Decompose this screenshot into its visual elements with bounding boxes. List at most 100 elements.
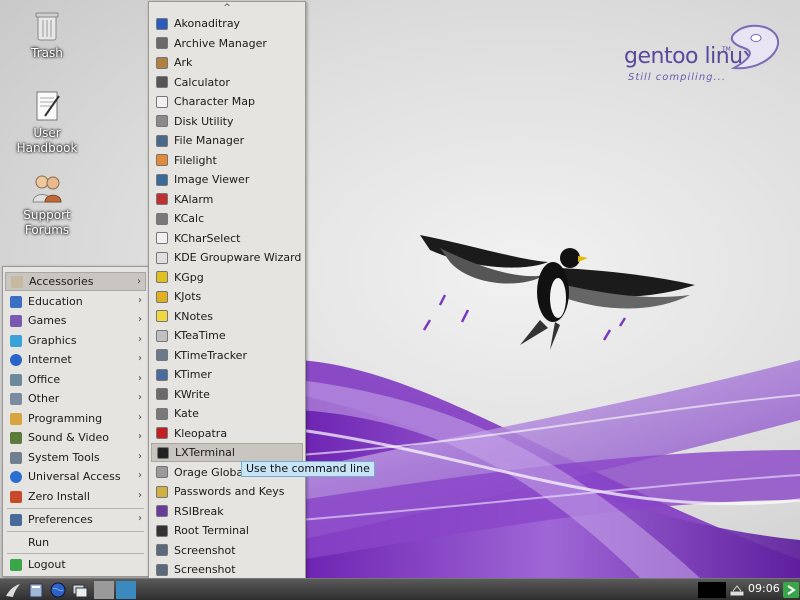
submenu-item-label: Ark <box>174 56 193 69</box>
menu-category-office[interactable]: Office › <box>5 370 146 389</box>
submenu-item-rsibreak[interactable]: RSIBreak <box>151 502 303 521</box>
knotes-icon <box>156 310 168 322</box>
menu-category-graphics[interactable]: Graphics › <box>5 331 146 350</box>
submenu-item-label: LXTerminal <box>175 446 235 459</box>
menu-item-label: System Tools <box>28 451 100 464</box>
submenu-item-kate[interactable]: Kate <box>151 404 303 423</box>
scroll-up-arrow[interactable]: ^ <box>149 3 305 13</box>
trash-icon <box>35 12 59 41</box>
menu-category-education[interactable]: Education › <box>5 292 146 311</box>
workspace-1-icon[interactable] <box>94 581 114 599</box>
menu-category-other[interactable]: Other › <box>5 389 146 408</box>
image-viewer-icon <box>156 173 168 186</box>
menu-item-label: Sound & Video <box>28 431 110 444</box>
network-icon[interactable] <box>728 581 746 599</box>
submenu-item-kteatime[interactable]: KTeaTime <box>151 326 303 345</box>
submenu-item-kjots[interactable]: KJots <box>151 287 303 306</box>
submenu-item-label: Passwords and Keys <box>174 485 285 498</box>
kate-icon <box>156 407 168 420</box>
submenu-item-label: KCalc <box>174 212 205 225</box>
file-manager-icon <box>156 134 168 147</box>
menu-category-zero-install[interactable]: Zero Install › <box>5 487 146 506</box>
menu-item-label: Games <box>28 314 67 327</box>
menu-category-accessories[interactable]: Accessories › <box>5 272 146 291</box>
desktop-icon-trash[interactable]: Trash <box>2 8 92 61</box>
submenu-arrow-icon: › <box>138 490 142 501</box>
clock[interactable]: 09:06 <box>748 582 780 595</box>
menu-item-label: Office <box>28 373 61 386</box>
submenu-item-kwrite[interactable]: KWrite <box>151 385 303 404</box>
preferences-icon <box>10 513 22 526</box>
submenu-item-kalarm[interactable]: KAlarm <box>151 190 303 209</box>
orage-globaltime-icon <box>156 466 168 478</box>
submenu-item-character-map[interactable]: Character Map <box>151 92 303 111</box>
logout-button-icon[interactable] <box>782 581 800 599</box>
menu-item-preferences[interactable]: Preferences › <box>5 510 146 529</box>
other-icon <box>10 392 22 405</box>
submenu-item-lxterminal[interactable]: LXTerminal <box>151 443 303 462</box>
submenu-item-passwords-and-keys[interactable]: Passwords and Keys <box>151 482 303 501</box>
submenu-item-kde-groupware-wizard[interactable]: KDE Groupware Wizard <box>151 248 303 267</box>
show-desktop-icon[interactable] <box>71 581 89 599</box>
file-manager-icon[interactable] <box>27 581 45 599</box>
submenu-item-label: Screenshot <box>174 543 236 557</box>
menu-item-label: Logout <box>28 558 66 571</box>
desktop-icon-label: Support Forums <box>23 208 71 237</box>
submenu-item-ark[interactable]: Ark <box>151 53 303 72</box>
submenu-item-screenshot[interactable]: Screenshot <box>151 541 303 560</box>
submenu-arrow-icon: › <box>138 295 142 306</box>
ktimetracker-icon <box>156 349 168 361</box>
desktop-icon-support-forums[interactable]: Support Forums <box>2 170 92 238</box>
games-icon <box>10 314 22 327</box>
system-tray-monitor <box>698 582 726 598</box>
start-menu-icon[interactable] <box>4 581 22 599</box>
menu-category-system-tools[interactable]: System Tools › <box>5 448 146 467</box>
menu-category-universal-access[interactable]: Universal Access › <box>5 467 146 486</box>
kwrite-icon <box>156 388 168 400</box>
desktop-icon-user-handbook[interactable]: User Handbook <box>2 88 92 156</box>
submenu-item-file-manager[interactable]: File Manager <box>151 131 303 150</box>
submenu-item-label: Screenshot <box>174 563 236 576</box>
submenu-item-calculator[interactable]: Calculator <box>151 73 303 92</box>
menu-item-label: Universal Access <box>28 470 121 483</box>
submenu-item-ktimetracker[interactable]: KTimeTracker <box>151 346 303 365</box>
menu-item-run[interactable]: Run <box>5 533 146 552</box>
submenu-item-kgpg[interactable]: KGpg <box>151 268 303 287</box>
submenu-arrow-icon: › <box>138 412 142 423</box>
submenu-item-screenshot[interactable]: Screenshot <box>151 560 303 579</box>
submenu-item-label: KTimeTracker <box>174 348 247 362</box>
submenu-item-ktimer[interactable]: KTimer <box>151 365 303 384</box>
submenu-item-knotes[interactable]: KNotes <box>151 307 303 326</box>
screenshot-icon <box>156 544 168 556</box>
submenu-item-label: Root Terminal <box>174 524 249 537</box>
menu-item-label: Internet <box>28 353 72 366</box>
submenu-item-kcharselect[interactable]: KCharSelect <box>151 229 303 248</box>
menu-category-internet[interactable]: Internet › <box>5 350 146 369</box>
desktop-icon-label: User Handbook <box>16 126 78 155</box>
disk-utility-icon <box>156 115 168 127</box>
menu-category-programming[interactable]: Programming › <box>5 409 146 428</box>
submenu-item-akonaditray[interactable]: Akonaditray <box>151 14 303 33</box>
web-browser-icon[interactable] <box>49 581 67 599</box>
submenu-arrow-icon: › <box>138 513 142 524</box>
menu-item-logout[interactable]: Logout <box>5 555 146 574</box>
passwords-keys-icon <box>156 485 168 498</box>
menu-category-games[interactable]: Games › <box>5 311 146 330</box>
archive-manager-icon <box>156 37 168 49</box>
programming-icon <box>10 412 22 425</box>
submenu-item-kleopatra[interactable]: Kleopatra <box>151 424 303 443</box>
submenu-item-root-terminal[interactable]: Root Terminal <box>151 521 303 540</box>
submenu-item-filelight[interactable]: Filelight <box>151 151 303 170</box>
submenu-item-archive-manager[interactable]: Archive Manager <box>151 34 303 53</box>
submenu-arrow-icon: › <box>138 451 142 462</box>
menu-category-sound-video[interactable]: Sound & Video › <box>5 428 146 447</box>
taskbar: 09:06 <box>0 578 800 600</box>
accessories-submenu: ^ Akonaditray Archive Manager Ark Calculato… <box>148 1 306 597</box>
menu-item-label: Zero Install <box>28 490 90 503</box>
workspace-2-icon[interactable] <box>116 581 136 599</box>
submenu-item-image-viewer[interactable]: Image Viewer <box>151 170 303 189</box>
submenu-item-label: KTimer <box>174 368 212 381</box>
submenu-item-kcalc[interactable]: KCalc <box>151 209 303 228</box>
gentoo-branding: gentoo linux TM Still compiling... <box>622 22 782 102</box>
submenu-item-disk-utility[interactable]: Disk Utility <box>151 112 303 131</box>
